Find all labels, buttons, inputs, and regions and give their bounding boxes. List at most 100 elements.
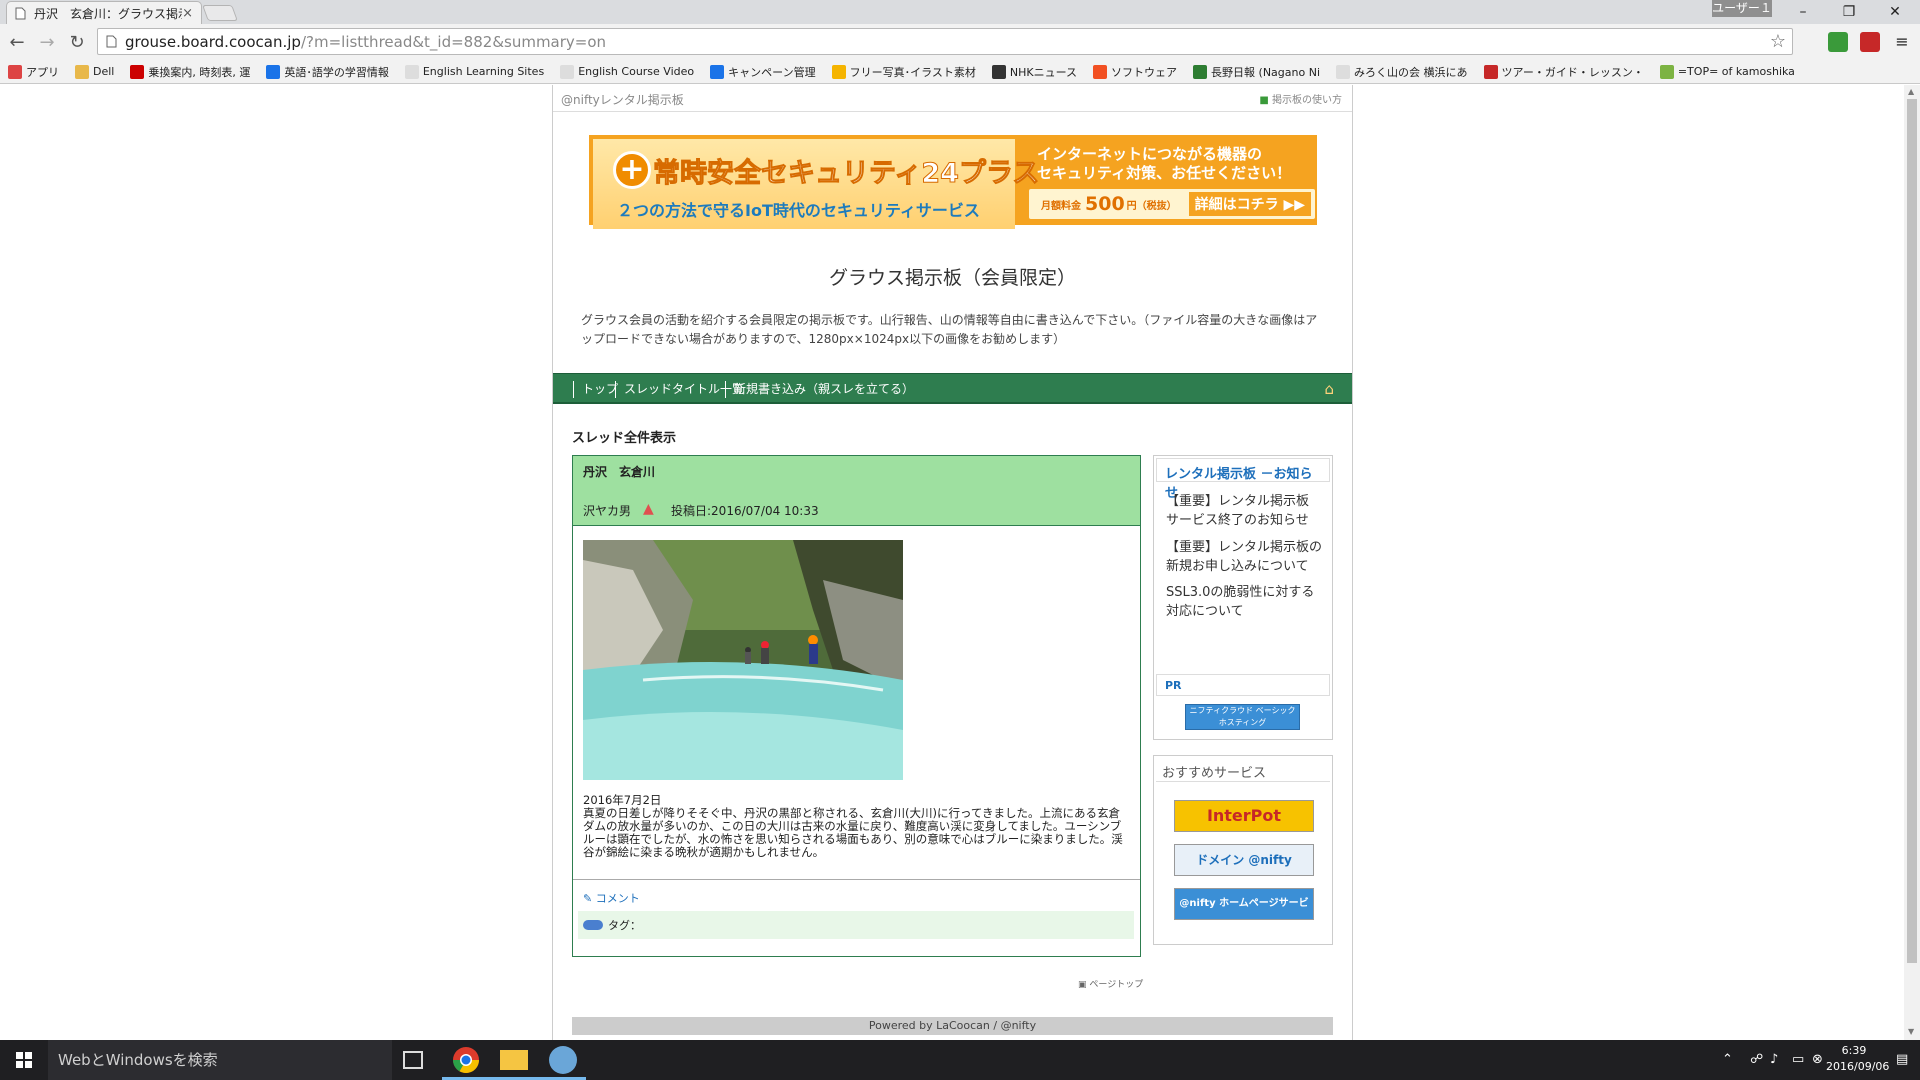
thread-author: 沢ヤカ男 — [583, 504, 632, 518]
thread-body-text: 真夏の日差しが降りそそぐ中、丹沢の黒部と称される、玄倉川(大川)に行ってきました… — [583, 806, 1123, 859]
author-arrow-icon[interactable]: ▲ — [643, 501, 654, 517]
divider — [573, 879, 1140, 880]
banner-detail-link[interactable]: 詳細はコチラ ▶▶ — [1188, 192, 1312, 216]
pencil-icon: ✎ — [583, 892, 593, 905]
browser-toolbar: ← → ↻ grouse.board.coocan.jp /?m=listthr… — [0, 24, 1920, 60]
url-host: grouse.board.coocan.jp — [125, 32, 301, 51]
bookmarks-bar: アプリ Dell 乗換案内, 時刻表, 運 英語･語学の学習情報 English Lea… — [0, 60, 1920, 84]
comment-link[interactable]: ✎ コメント — [583, 890, 640, 906]
pr-title: PR — [1156, 674, 1330, 696]
service-header: @niftyレンタル掲示板 ■ 掲示板の使い方 — [553, 85, 1352, 112]
start-button[interactable] — [0, 1040, 48, 1080]
tab-close-icon[interactable]: × — [182, 6, 193, 21]
bookmark-item[interactable]: フリー写真･イラスト素材 — [831, 64, 976, 80]
bookmark-item[interactable]: 英語･語学の学習情報 — [266, 64, 389, 80]
sidebar-news-box: レンタル掲示板 －お知らせ 【重要】レンタル掲示板 サービス終了のお知らせ 【重… — [1153, 455, 1333, 740]
windows-logo-icon — [16, 1052, 32, 1068]
reload-icon[interactable]: ↻ — [64, 32, 90, 53]
restore-button[interactable]: ❐ — [1826, 0, 1872, 24]
river-photo[interactable] — [583, 540, 903, 780]
volume-icon[interactable]: ♪ — [1770, 1052, 1778, 1067]
bookmark-item[interactable]: =TOP= of kamoshika — [1659, 64, 1795, 79]
network-icon[interactable]: ☍ — [1750, 1052, 1763, 1067]
bookmark-icon — [75, 64, 89, 79]
security-ad-banner[interactable]: + 常時安全セキュリティ24プラス ２つの方法で守るIoT時代のセキュリティサー… — [589, 135, 1317, 229]
banner-left: + 常時安全セキュリティ24プラス ２つの方法で守るIoT時代のセキュリティサー… — [593, 139, 1040, 229]
bookmark-item[interactable]: NHKニュース — [991, 64, 1077, 80]
pr-banner[interactable]: ニフティクラウド ベーシックホスティング — [1185, 704, 1300, 730]
home-icon[interactable]: ⌂ — [1324, 380, 1334, 398]
recommend-title: おすすめサービス — [1156, 758, 1330, 782]
bookmark-label: アプリ — [26, 65, 59, 79]
address-bar[interactable]: grouse.board.coocan.jp /?m=listthread&t_… — [97, 28, 1793, 55]
browser-tab[interactable]: 丹沢 玄倉川：グラウス掲示 × — [6, 1, 202, 24]
bookmark-icon — [1336, 64, 1350, 79]
keyboard-icon[interactable]: ▭ — [1792, 1052, 1804, 1067]
bookmark-item[interactable]: 乗換案内, 時刻表, 運 — [130, 64, 250, 80]
tag-label: タグ： — [608, 919, 641, 932]
bookmark-item[interactable]: 長野日報 (Nagano Ni — [1193, 64, 1320, 80]
board-title: グラウス掲示板（会員限定） — [828, 267, 1076, 289]
scroll-down-icon[interactable]: ▼ — [1908, 1027, 1914, 1036]
bookmark-item[interactable]: みろく山の会 横浜にあ — [1336, 64, 1468, 80]
banner-message: インターネットにつながる機器の セキュリティ対策、お任せください！ — [1037, 145, 1292, 182]
close-window-button[interactable]: ✕ — [1872, 0, 1918, 24]
section-title: スレッド全件表示 — [572, 431, 677, 446]
bookmark-label: 長野日報 (Nagano Ni — [1211, 65, 1320, 79]
taskbar-clock[interactable]: 6:39 2016/09/06 — [1826, 1043, 1890, 1075]
chrome-icon[interactable] — [452, 1046, 480, 1074]
nav-new-post[interactable]: 新規書き込み（親スレを立てる） — [725, 381, 914, 398]
board-container: @niftyレンタル掲示板 ■ 掲示板の使い方 + 常時安全セキュリティ24プラ… — [552, 85, 1353, 1040]
bookmark-icon — [710, 64, 725, 79]
service-banner-domain[interactable]: ドメイン @nifty — [1174, 844, 1314, 876]
minimize-button[interactable]: – — [1780, 0, 1826, 24]
page-top-icon: ▣ — [1078, 980, 1087, 990]
price-unit: 円（税抜） — [1126, 200, 1177, 212]
page-scrollbar[interactable]: ▲ ▼ — [1904, 85, 1920, 1040]
task-view-icon[interactable] — [403, 1051, 423, 1069]
file-explorer-icon[interactable] — [500, 1050, 528, 1070]
app-icon[interactable] — [549, 1046, 577, 1074]
news-item[interactable]: 【重要】レンタル掲示板 サービス終了のお知らせ — [1166, 492, 1324, 530]
forward-icon[interactable]: → — [34, 32, 60, 53]
tab-strip: 丹沢 玄倉川：グラウス掲示 × ユーザー１ – ❐ ✕ — [0, 0, 1920, 24]
bookmark-icon — [404, 64, 419, 79]
scroll-up-icon[interactable]: ▲ — [1908, 87, 1914, 96]
new-tab-button[interactable] — [202, 5, 238, 21]
bookmark-icon — [831, 64, 846, 79]
nav-top[interactable]: トップ — [573, 381, 618, 398]
sidebar-recommend-box: おすすめサービス InterPot ドメイン @nifty @nifty ホーム… — [1153, 755, 1333, 945]
windows-taskbar: WebとWindowsを検索 ⌃ ☍ ♪ ▭ ⊗ 6:39 2016/09/06… — [0, 1040, 1920, 1080]
page-top-link[interactable]: ▣ ページトップ — [1078, 977, 1143, 990]
help-link[interactable]: ■ 掲示板の使い方 — [1259, 91, 1342, 106]
taskbar-search-input[interactable]: WebとWindowsを検索 — [48, 1040, 392, 1080]
bookmark-item[interactable]: English Learning Sites — [404, 64, 544, 79]
bookmark-label: みろく山の会 横浜にあ — [1354, 65, 1468, 79]
service-name: @niftyレンタル掲示板 — [561, 93, 684, 107]
extension-acrobat-icon[interactable] — [1860, 32, 1880, 52]
notification-icon[interactable]: ⊗ — [1812, 1052, 1823, 1067]
action-center-icon[interactable]: ▤ — [1896, 1052, 1908, 1067]
bookmark-item[interactable]: ツアー・ガイド・レッスン・ — [1483, 64, 1644, 80]
bookmark-item[interactable]: Dell — [75, 64, 114, 79]
bookmark-item[interactable]: English Course Video — [560, 64, 694, 79]
bookmark-item[interactable]: ソフトウェア — [1093, 64, 1177, 80]
scroll-thumb[interactable] — [1907, 99, 1917, 963]
comment-link-label: コメント — [595, 892, 640, 905]
chrome-menu-icon[interactable]: ≡ — [1892, 32, 1912, 52]
user-profile-button[interactable]: ユーザー１ — [1712, 0, 1772, 17]
tray-chevron-icon[interactable]: ⌃ — [1722, 1052, 1733, 1067]
bookmark-item[interactable]: キャンペーン管理 — [710, 64, 816, 80]
bookmark-item[interactable]: アプリ — [8, 64, 59, 80]
board-description: グラウス会員の活動を紹介する会員限定の掲示板です。山行報告、山の情報等自由に書き… — [581, 313, 1318, 346]
banner-price-box: 月額料金 500 円（税抜） 詳細はコチラ ▶▶ — [1029, 189, 1315, 219]
news-item[interactable]: 【重要】レンタル掲示板の新規お申し込みについて — [1166, 538, 1324, 576]
bookmark-star-icon[interactable]: ☆ — [1770, 31, 1786, 52]
extension-evernote-icon[interactable] — [1828, 32, 1848, 52]
news-item[interactable]: SSL3.0の脆弱性に対する対応について — [1166, 583, 1324, 621]
clock-date: 2016/09/06 — [1826, 1060, 1890, 1073]
tab-title: 丹沢 玄倉川：グラウス掲示 — [34, 6, 183, 21]
service-banner-interpot[interactable]: InterPot — [1174, 800, 1314, 832]
back-icon[interactable]: ← — [4, 32, 30, 53]
service-banner-homepage[interactable]: @nifty ホームページサービス — [1174, 888, 1314, 939]
